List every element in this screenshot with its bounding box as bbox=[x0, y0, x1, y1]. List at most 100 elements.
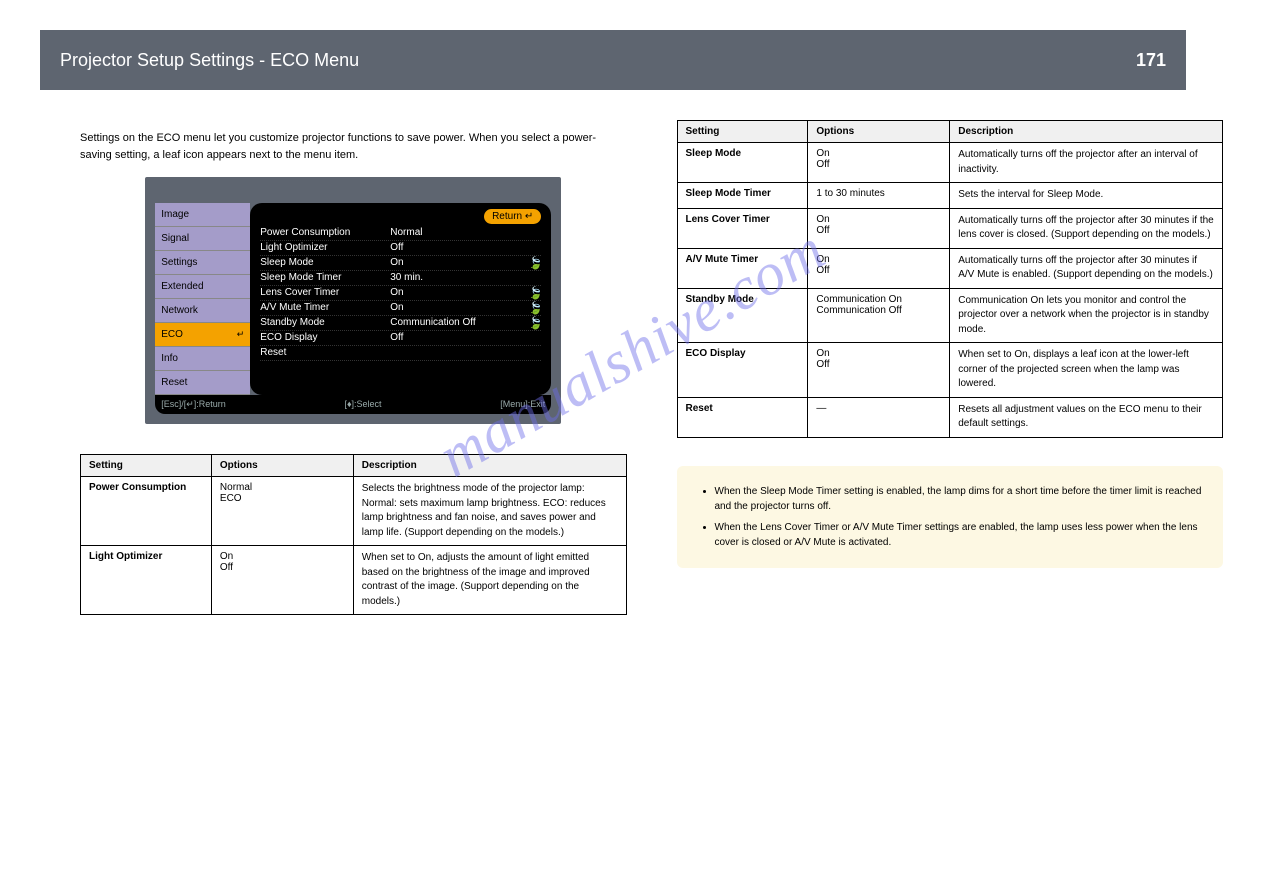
osd-row[interactable]: Power ConsumptionNormal bbox=[260, 226, 541, 241]
osd-row-key: Sleep Mode Timer bbox=[260, 271, 390, 285]
osd-row-key: Power Consumption bbox=[260, 226, 390, 240]
cell-description: Automatically turns off the projector af… bbox=[950, 143, 1223, 183]
t2-header-description: Description bbox=[950, 121, 1223, 143]
note-list: When the Sleep Mode Timer setting is ena… bbox=[715, 484, 1204, 550]
t2-header-options: Options bbox=[808, 121, 950, 143]
table-row: Sleep ModeOnOffAutomatically turns off t… bbox=[677, 143, 1223, 183]
table-row: Light OptimizerOnOffWhen set to On, adju… bbox=[81, 546, 627, 615]
osd-tab-extended[interactable]: Extended bbox=[155, 275, 250, 299]
osd-row-key: ECO Display bbox=[260, 331, 390, 345]
osd-return-area: Return ↵ bbox=[260, 209, 541, 224]
cell-setting: Lens Cover Timer bbox=[677, 208, 808, 248]
osd-tab-image[interactable]: Image bbox=[155, 203, 250, 227]
osd-row-key: Standby Mode bbox=[260, 316, 390, 330]
cell-setting: Sleep Mode Timer bbox=[677, 183, 808, 209]
cell-options: OnOff bbox=[211, 546, 353, 615]
osd-row-value: On bbox=[390, 256, 541, 270]
osd-row-value: Off bbox=[390, 241, 541, 255]
osd-row[interactable]: ECO DisplayOff bbox=[260, 331, 541, 346]
osd-footer-left: [Esc]/[↵]:Return bbox=[161, 399, 226, 410]
table-row: Sleep Mode Timer1 to 30 minutesSets the … bbox=[677, 183, 1223, 209]
osd-row-key: Lens Cover Timer bbox=[260, 286, 390, 300]
table-row: ECO DisplayOnOffWhen set to On, displays… bbox=[677, 343, 1223, 398]
cell-description: When set to On, adjusts the amount of li… bbox=[353, 546, 626, 615]
osd-footer: [Esc]/[↵]:Return [♦]:Select [Menu]:Exit bbox=[155, 395, 551, 414]
cell-description: Automatically turns off the projector af… bbox=[950, 208, 1223, 248]
cell-setting: Standby Mode bbox=[677, 288, 808, 343]
osd-row[interactable]: Lens Cover TimerOn🍃 bbox=[260, 286, 541, 301]
settings-table-2: Setting Options Description Sleep ModeOn… bbox=[677, 120, 1224, 438]
table-row: Reset—Resets all adjustment values on th… bbox=[677, 397, 1223, 437]
leaf-icon: 🍃 bbox=[528, 286, 543, 300]
page-number: 171 bbox=[1136, 50, 1166, 71]
cell-description: Sets the interval for Sleep Mode. bbox=[950, 183, 1223, 209]
cell-options: OnOff bbox=[808, 143, 950, 183]
cell-description: Automatically turns off the projector af… bbox=[950, 248, 1223, 288]
osd-row-value: 30 min. bbox=[390, 271, 541, 285]
right-column: Setting Options Description Sleep ModeOn… bbox=[677, 120, 1224, 568]
leaf-icon: 🍃 bbox=[528, 316, 543, 330]
osd-tab-info[interactable]: Info bbox=[155, 347, 250, 371]
t1-header-description: Description bbox=[353, 455, 626, 477]
osd-row[interactable]: Reset bbox=[260, 346, 541, 361]
osd-panel: Return ↵ Power ConsumptionNormalLight Op… bbox=[250, 203, 551, 395]
table-row: Power ConsumptionNormalECOSelects the br… bbox=[81, 477, 627, 546]
cell-setting: ECO Display bbox=[677, 343, 808, 398]
note-bullet: When the Lens Cover Timer or A/V Mute Ti… bbox=[715, 520, 1204, 550]
cell-description: Resets all adjustment values on the ECO … bbox=[950, 397, 1223, 437]
osd-row[interactable]: Standby ModeCommunication Off🍃 bbox=[260, 316, 541, 331]
osd-row-key: Sleep Mode bbox=[260, 256, 390, 270]
t1-header-setting: Setting bbox=[81, 455, 212, 477]
t2-header-setting: Setting bbox=[677, 121, 808, 143]
osd-row-value: On bbox=[390, 286, 541, 300]
osd-row-key: Reset bbox=[260, 346, 390, 360]
left-column: Settings on the ECO menu let you customi… bbox=[80, 120, 627, 615]
intro-text: Settings on the ECO menu let you customi… bbox=[80, 130, 627, 163]
osd-row[interactable]: Light OptimizerOff bbox=[260, 241, 541, 256]
cell-setting: Light Optimizer bbox=[81, 546, 212, 615]
leaf-icon: 🍃 bbox=[528, 256, 543, 270]
table-row: Lens Cover TimerOnOffAutomatically turns… bbox=[677, 208, 1223, 248]
osd-row[interactable]: A/V Mute TimerOn🍃 bbox=[260, 301, 541, 316]
cell-options: OnOff bbox=[808, 248, 950, 288]
cell-setting: Reset bbox=[677, 397, 808, 437]
note-bullet: When the Sleep Mode Timer setting is ena… bbox=[715, 484, 1204, 514]
osd-row-value: Off bbox=[390, 331, 541, 345]
settings-table-1: Setting Options Description Power Consum… bbox=[80, 454, 627, 615]
osd-row-key: Light Optimizer bbox=[260, 241, 390, 255]
leaf-icon: 🍃 bbox=[528, 301, 543, 315]
osd-tab-network[interactable]: Network bbox=[155, 299, 250, 323]
cell-description: When set to On, displays a leaf icon at … bbox=[950, 343, 1223, 398]
osd-row[interactable]: Sleep ModeOn🍃 bbox=[260, 256, 541, 271]
cell-setting: Sleep Mode bbox=[677, 143, 808, 183]
osd-footer-right: [Menu]:Exit bbox=[500, 399, 545, 410]
cell-setting: A/V Mute Timer bbox=[677, 248, 808, 288]
page-title: Projector Setup Settings - ECO Menu bbox=[60, 50, 359, 71]
table-row: A/V Mute TimerOnOffAutomatically turns o… bbox=[677, 248, 1223, 288]
cell-options: OnOff bbox=[808, 208, 950, 248]
cell-setting: Power Consumption bbox=[81, 477, 212, 546]
osd-tab-signal[interactable]: Signal bbox=[155, 227, 250, 251]
cell-options: OnOff bbox=[808, 343, 950, 398]
osd-screenshot: Image Signal Settings Extended Network E… bbox=[145, 177, 561, 424]
osd-footer-center: [♦]:Select bbox=[344, 399, 381, 410]
osd-row-value: Normal bbox=[390, 226, 541, 240]
cell-options: NormalECO bbox=[211, 477, 353, 546]
cell-options: — bbox=[808, 397, 950, 437]
osd-tab-reset[interactable]: Reset bbox=[155, 371, 250, 395]
note-box: When the Sleep Mode Timer setting is ena… bbox=[677, 466, 1224, 568]
osd-tab-settings[interactable]: Settings bbox=[155, 251, 250, 275]
osd-return-button[interactable]: Return ↵ bbox=[484, 209, 541, 224]
cell-description: Communication On lets you monitor and co… bbox=[950, 288, 1223, 343]
table-row: Standby ModeCommunication OnCommunicatio… bbox=[677, 288, 1223, 343]
osd-tab-eco[interactable]: ECO bbox=[155, 323, 250, 347]
osd-row[interactable]: Sleep Mode Timer30 min. bbox=[260, 271, 541, 286]
header-bar: Projector Setup Settings - ECO Menu 171 bbox=[40, 30, 1186, 90]
t1-header-options: Options bbox=[211, 455, 353, 477]
osd-row-value: On bbox=[390, 301, 541, 315]
osd-tabs: Image Signal Settings Extended Network E… bbox=[155, 203, 250, 395]
cell-description: Selects the brightness mode of the proje… bbox=[353, 477, 626, 546]
cell-options: 1 to 30 minutes bbox=[808, 183, 950, 209]
osd-row-value: Communication Off bbox=[390, 316, 541, 330]
osd-row-key: A/V Mute Timer bbox=[260, 301, 390, 315]
